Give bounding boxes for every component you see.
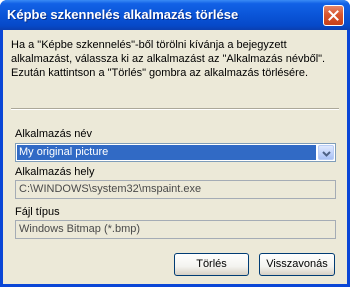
close-button[interactable] [323, 5, 344, 26]
delete-button[interactable]: Törlés [174, 253, 249, 276]
title-bar[interactable]: Képbe szkennelés alkalmazás törlése [0, 0, 350, 30]
close-icon [328, 10, 339, 21]
separator [11, 108, 339, 110]
app-name-select[interactable]: My original picture [15, 143, 336, 162]
dropdown-button[interactable] [318, 145, 334, 160]
dialog-window: Képbe szkennelés alkalmazás törlése Ha a… [0, 0, 350, 287]
chevron-down-icon [321, 144, 331, 162]
file-type-label: Fájl típus [15, 206, 60, 218]
app-location-field: C:\WINDOWS\system32\mspaint.exe [15, 180, 336, 199]
file-type-field: Windows Bitmap (*.bmp) [15, 220, 336, 239]
instruction-text: Ha a "Képbe szkennelés"-ből törölni kívá… [11, 39, 326, 79]
app-name-label: Alkalmazás név [15, 128, 93, 140]
cancel-button[interactable]: Visszavonás [259, 253, 335, 276]
app-name-selected-value: My original picture [17, 145, 316, 160]
window-title: Képbe szkennelés alkalmazás törlése [7, 7, 239, 22]
dialog-body: Ha a "Képbe szkennelés"-ből törölni kívá… [3, 30, 347, 284]
app-location-label: Alkalmazás hely [15, 166, 95, 178]
